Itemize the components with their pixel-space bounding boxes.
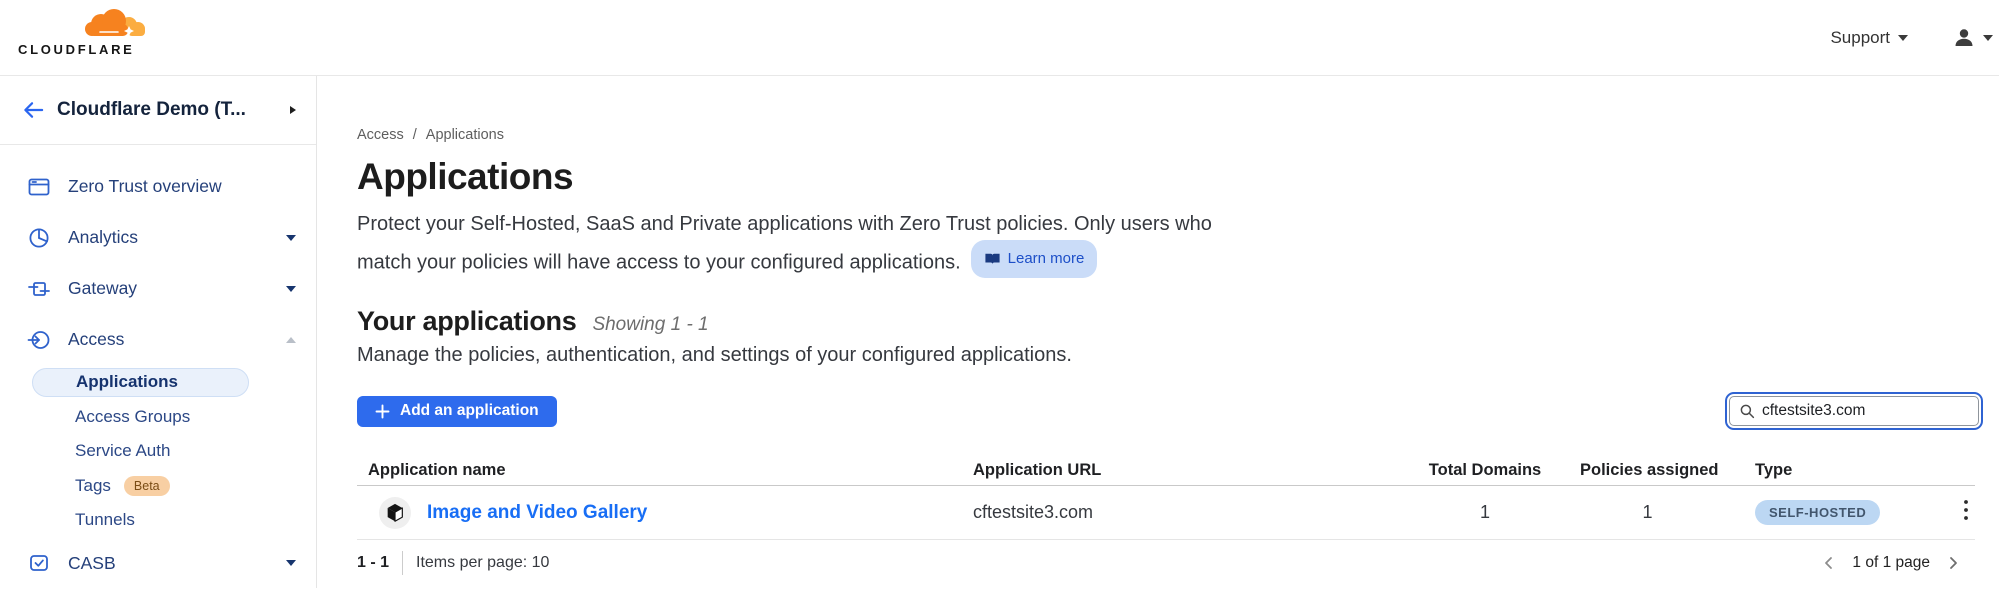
chevron-down-icon bbox=[1983, 35, 1993, 41]
page-title: Applications bbox=[357, 156, 1975, 198]
book-icon bbox=[984, 252, 1001, 266]
analytics-pie-icon bbox=[27, 226, 51, 250]
header-policies-assigned: Policies assigned bbox=[1580, 461, 1715, 480]
sidebar-item-label: Access Groups bbox=[75, 407, 190, 427]
sidebar-item-label: Tags bbox=[75, 476, 111, 496]
page-status: 1 of 1 page bbox=[1852, 554, 1930, 572]
sidebar-item-applications[interactable]: Applications bbox=[0, 365, 316, 400]
beta-badge: Beta bbox=[124, 476, 170, 496]
breadcrumb-separator: / bbox=[413, 127, 417, 143]
cube-icon bbox=[384, 502, 406, 524]
cloudflare-cloud-icon bbox=[80, 8, 146, 40]
sidebar-item-label: Service Auth bbox=[75, 441, 170, 461]
cloudflare-wordmark: CLOUDFLARE bbox=[18, 42, 150, 57]
access-icon bbox=[27, 328, 51, 352]
plus-icon bbox=[375, 404, 390, 419]
section-heading: Your applications bbox=[357, 306, 576, 337]
sidebar: Cloudflare Demo (T... Zero Trust overvie… bbox=[0, 76, 317, 588]
sidebar-item-analytics[interactable]: Analytics bbox=[0, 212, 316, 263]
add-application-label: Add an application bbox=[400, 402, 539, 420]
back-arrow-icon[interactable] bbox=[22, 99, 45, 121]
sidebar-item-tags[interactable]: Tags Beta bbox=[0, 469, 316, 504]
support-menu[interactable]: Support bbox=[1830, 28, 1908, 48]
sidebar-item-access-groups[interactable]: Access Groups bbox=[0, 400, 316, 435]
sidebar-item-label: Zero Trust overview bbox=[68, 176, 296, 197]
header-application-name: Application name bbox=[357, 461, 973, 480]
breadcrumb-applications[interactable]: Applications bbox=[426, 127, 504, 143]
next-page-icon[interactable] bbox=[1945, 555, 1961, 571]
overview-window-icon bbox=[27, 175, 51, 199]
chevron-down-icon bbox=[1898, 35, 1908, 41]
previous-page-icon[interactable] bbox=[1821, 555, 1837, 571]
sidebar-item-service-auth[interactable]: Service Auth bbox=[0, 434, 316, 469]
add-application-button[interactable]: Add an application bbox=[357, 396, 557, 427]
user-menu[interactable] bbox=[1952, 26, 1993, 50]
user-icon bbox=[1952, 26, 1976, 50]
casb-icon bbox=[27, 551, 51, 575]
sidebar-item-label: Analytics bbox=[68, 227, 286, 248]
access-subnav: Applications Access Groups Service Auth … bbox=[0, 365, 316, 538]
header-type: Type bbox=[1715, 461, 1930, 480]
sidebar-item-casb[interactable]: CASB bbox=[0, 538, 316, 589]
account-switcher: Cloudflare Demo (T... bbox=[0, 76, 316, 145]
table-header-row: Application name Application URL Total D… bbox=[357, 456, 1975, 486]
total-domains-value: 1 bbox=[1390, 502, 1580, 523]
cloudflare-logo[interactable]: CLOUDFLARE bbox=[18, 8, 150, 57]
sidebar-nav: Zero Trust overview Analytics Gateway bbox=[0, 145, 316, 589]
application-url: cftestsite3.com bbox=[973, 502, 1390, 523]
chevron-up-icon bbox=[286, 337, 296, 343]
pagination: 1 - 1 Items per page: 10 1 of 1 page bbox=[357, 551, 1975, 575]
search-input[interactable] bbox=[1729, 396, 1979, 426]
support-label: Support bbox=[1830, 28, 1890, 48]
type-badge: SELF-HOSTED bbox=[1755, 500, 1880, 525]
application-name-link[interactable]: Image and Video Gallery bbox=[427, 502, 647, 524]
account-expand-icon[interactable] bbox=[290, 106, 296, 114]
pagination-divider bbox=[402, 551, 403, 575]
chevron-down-icon bbox=[286, 235, 296, 241]
row-menu-kebab-icon[interactable] bbox=[1957, 494, 1975, 531]
header-total-domains: Total Domains bbox=[1390, 461, 1580, 480]
pagination-range: 1 - 1 bbox=[357, 554, 389, 572]
search-focus-ring bbox=[1725, 392, 1983, 430]
sidebar-item-label: Access bbox=[68, 329, 286, 350]
policies-assigned-value: 1 bbox=[1580, 502, 1715, 523]
section-subtext: Manage the policies, authentication, and… bbox=[357, 344, 1975, 367]
learn-more-label: Learn more bbox=[1008, 244, 1085, 275]
account-name: Cloudflare Demo (T... bbox=[57, 99, 290, 121]
chevron-down-icon bbox=[286, 286, 296, 292]
header-application-url: Application URL bbox=[973, 461, 1390, 480]
breadcrumb-access[interactable]: Access bbox=[357, 127, 404, 143]
selected-item-pill: Applications bbox=[32, 368, 249, 397]
showing-count: Showing 1 - 1 bbox=[592, 314, 708, 336]
applications-table: Application name Application URL Total D… bbox=[357, 456, 1975, 540]
top-bar: CLOUDFLARE Support bbox=[0, 0, 1999, 76]
gateway-icon bbox=[27, 277, 51, 301]
search-icon bbox=[1738, 402, 1756, 425]
sidebar-item-label: Tunnels bbox=[75, 510, 135, 530]
breadcrumb: Access / Applications bbox=[357, 127, 1975, 143]
chevron-down-icon bbox=[286, 560, 296, 566]
sidebar-item-zero-trust-overview[interactable]: Zero Trust overview bbox=[0, 161, 316, 212]
sidebar-item-label: CASB bbox=[68, 553, 286, 574]
table-row: Image and Video Gallery cftestsite3.com … bbox=[357, 486, 1975, 540]
app-avatar bbox=[379, 497, 411, 529]
sidebar-item-tunnels[interactable]: Tunnels bbox=[0, 503, 316, 538]
page-description: Protect your Self-Hosted, SaaS and Priva… bbox=[357, 209, 1269, 278]
learn-more-button[interactable]: Learn more bbox=[971, 240, 1098, 279]
sidebar-item-label: Gateway bbox=[68, 278, 286, 299]
main-content: Access / Applications Applications Prote… bbox=[317, 76, 1999, 588]
sidebar-item-access[interactable]: Access bbox=[0, 314, 316, 365]
sidebar-item-gateway[interactable]: Gateway bbox=[0, 263, 316, 314]
items-per-page: Items per page: 10 bbox=[416, 554, 549, 572]
